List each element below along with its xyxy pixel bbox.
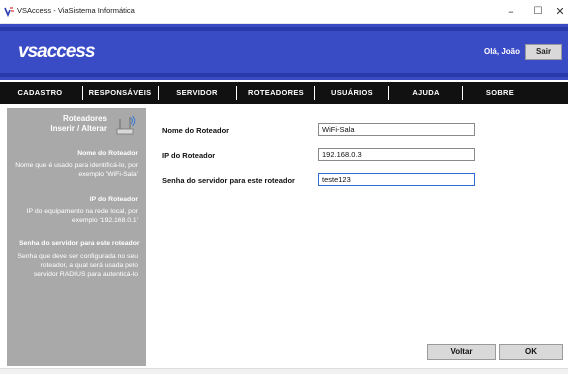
help-line: servidor RADIUS para autenticá-lo <box>33 271 138 278</box>
help-line: exemplo '192.168.0.1' <box>71 217 138 224</box>
back-button[interactable]: Voltar <box>427 344 496 360</box>
nav-ajuda[interactable]: AJUDA <box>392 82 460 104</box>
header-band-top <box>0 27 568 31</box>
app-header: vsaccess Olá, João Sair <box>0 24 568 80</box>
user-greeting: Olá, João <box>483 47 520 56</box>
header-band-bottom <box>0 73 568 77</box>
vsaccess-logo: vsaccess <box>18 41 96 62</box>
window-title: VSAccess - ViaSistema Informática <box>17 6 135 15</box>
router-icon <box>116 115 136 135</box>
help-line: exemplo 'WiFi-Sala' <box>78 171 138 178</box>
help-text-secret: Senha que deve ser configurada no seu ro… <box>7 252 138 279</box>
router-ip-label: IP do Roteador <box>162 151 216 160</box>
logout-button[interactable]: Sair <box>525 44 562 60</box>
nav-separator <box>314 86 315 100</box>
help-sidebar: Roteadores Inserir / Alterar Nome do Rot… <box>7 108 146 366</box>
nav-cadastro[interactable]: CADASTRO <box>6 82 74 104</box>
app-icon <box>4 7 14 17</box>
nav-sobre[interactable]: SOBRE <box>466 82 534 104</box>
nav-roteadores[interactable]: ROTEADORES <box>240 82 312 104</box>
router-name-input[interactable] <box>318 123 475 136</box>
nav-servidor[interactable]: SERVIDOR <box>162 82 232 104</box>
main-nav: CADASTRO RESPONSÁVEIS SERVIDOR ROTEADORE… <box>0 80 568 104</box>
help-line: Nome que é usado para identificá-lo, por <box>15 162 138 169</box>
help-heading-secret: Senha do servidor para este roteador <box>19 240 140 247</box>
help-heading-ip: IP do Roteador <box>89 196 138 203</box>
close-button[interactable]: ✕ <box>546 0 568 24</box>
help-line: Senha que deve ser configurada no seu <box>17 253 138 260</box>
help-text-name: Nome que é usado para identificá-lo, por… <box>7 161 138 179</box>
nav-usuarios[interactable]: USUÁRIOS <box>318 82 386 104</box>
nav-separator <box>82 86 83 100</box>
help-heading-name: Nome do Roteador <box>77 150 138 157</box>
sidebar-title-line2: Inserir / Alterar <box>50 124 107 133</box>
router-ip-input[interactable] <box>318 148 475 161</box>
router-secret-input[interactable] <box>318 173 475 186</box>
router-secret-label: Senha do servidor para este roteador <box>162 176 295 185</box>
router-name-label: Nome do Roteador <box>162 126 230 135</box>
status-bar <box>0 368 568 374</box>
nav-separator <box>388 86 389 100</box>
nav-separator <box>462 86 463 100</box>
help-line: IP do equipamento na rede local, por <box>26 208 138 215</box>
minimize-button[interactable]: – <box>497 0 525 24</box>
nav-separator <box>158 86 159 100</box>
help-text-ip: IP do equipamento na rede local, por exe… <box>7 207 138 225</box>
window-titlebar: VSAccess - ViaSistema Informática – ☐ ✕ <box>0 0 568 24</box>
ok-button[interactable]: OK <box>499 344 563 360</box>
sidebar-title: Roteadores Inserir / Alterar <box>7 114 107 134</box>
nav-separator <box>236 86 237 100</box>
nav-responsaveis[interactable]: RESPONSÁVEIS <box>86 82 154 104</box>
sidebar-title-line1: Roteadores <box>62 114 107 123</box>
help-line: roteador, a qual será usada pelo <box>40 262 139 269</box>
